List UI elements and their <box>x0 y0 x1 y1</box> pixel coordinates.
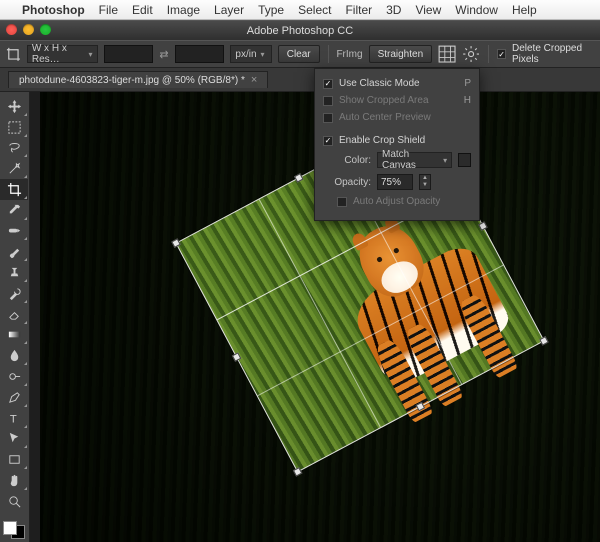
auto-adjust-opacity-checkbox <box>337 197 347 207</box>
use-classic-mode-hint: P <box>464 78 471 89</box>
document-tab-title: photodune-4603823-tiger-m.jpg @ 50% (RGB… <box>19 75 245 86</box>
shield-opacity-stepper[interactable]: ▲▼ <box>419 174 431 190</box>
separator <box>488 45 489 63</box>
crop-resolution-unit-dropdown[interactable]: px/in ▾ <box>230 45 271 63</box>
blur-tool[interactable] <box>0 345 28 366</box>
foreground-color-swatch[interactable] <box>3 521 17 535</box>
mac-menubar: Photoshop File Edit Image Layer Type Sel… <box>0 0 600 20</box>
rectangle-tool[interactable] <box>0 449 28 470</box>
chevron-down-icon: ▾ <box>89 50 93 59</box>
pen-tool[interactable] <box>0 387 28 408</box>
enable-crop-shield-label: Enable Crop Shield <box>339 135 425 146</box>
lasso-tool[interactable] <box>0 138 28 159</box>
auto-center-preview-label: Auto Center Preview <box>339 112 431 123</box>
workspace: T <box>0 92 600 542</box>
marquee-tool[interactable] <box>0 117 28 138</box>
menu-edit[interactable]: Edit <box>132 3 153 17</box>
crop-overlay-options-icon[interactable] <box>438 43 456 65</box>
crop-preset-dropdown[interactable]: W x H x Res… ▾ <box>27 45 98 63</box>
shield-color-value: Match Canvas <box>382 149 439 171</box>
hand-tool[interactable] <box>0 470 28 491</box>
show-cropped-area-hint: H <box>464 95 471 106</box>
crop-options-bar: W x H x Res… ▾ ⇄ px/in ▾ Clear FrImg Stra… <box>0 40 600 68</box>
menu-window[interactable]: Window <box>455 3 498 17</box>
delete-cropped-checkbox[interactable] <box>497 49 506 59</box>
crop-width-input[interactable] <box>104 45 154 63</box>
auto-adjust-opacity-label: Auto Adjust Opacity <box>353 196 440 207</box>
svg-text:T: T <box>9 413 16 425</box>
document-tab[interactable]: photodune-4603823-tiger-m.jpg @ 50% (RGB… <box>8 71 268 88</box>
shield-opacity-label: Opacity: <box>323 177 371 188</box>
crop-preset-label: W x H x Res… <box>32 43 85 65</box>
shield-opacity-input[interactable]: 75% <box>377 174 413 190</box>
path-selection-tool[interactable] <box>0 429 28 450</box>
clone-stamp-tool[interactable] <box>0 262 28 283</box>
dodge-tool[interactable] <box>0 366 28 387</box>
chevron-down-icon: ▾ <box>443 156 447 165</box>
menu-layer[interactable]: Layer <box>214 3 244 17</box>
menu-image[interactable]: Image <box>167 3 200 17</box>
front-image-label[interactable]: FrImg <box>336 49 362 60</box>
window-titlebar: Adobe Photoshop CC <box>0 20 600 40</box>
magic-wand-tool[interactable] <box>0 158 28 179</box>
menu-type[interactable]: Type <box>258 3 284 17</box>
shield-color-label: Color: <box>323 155 371 166</box>
menu-3d[interactable]: 3D <box>386 3 401 17</box>
crop-clear-button[interactable]: Clear <box>278 45 320 63</box>
chevron-down-icon: ▾ <box>261 50 265 59</box>
move-tool[interactable] <box>0 96 28 117</box>
shield-color-dropdown[interactable]: Match Canvas ▾ <box>377 152 452 168</box>
crop-tool[interactable] <box>0 179 28 200</box>
window-traffic-lights <box>6 24 51 35</box>
use-classic-mode-label: Use Classic Mode <box>339 78 420 89</box>
separator <box>328 45 329 63</box>
window-minimize-button[interactable] <box>23 24 34 35</box>
history-brush-tool[interactable] <box>0 283 28 304</box>
healing-brush-tool[interactable] <box>0 221 28 242</box>
brush-tool[interactable] <box>0 241 28 262</box>
zoom-tool[interactable] <box>0 491 28 512</box>
color-swatches[interactable] <box>0 518 28 542</box>
crop-settings-flyout: Use Classic Mode P Show Cropped Area H A… <box>314 68 480 221</box>
unit-label: px/in <box>235 49 256 60</box>
gradient-tool[interactable] <box>0 325 28 346</box>
menu-view[interactable]: View <box>415 3 441 17</box>
shield-color-swatch[interactable] <box>458 153 471 167</box>
delete-cropped-label: Delete Cropped Pixels <box>512 43 594 65</box>
app-menu[interactable]: Photoshop <box>22 3 85 17</box>
crop-height-input[interactable] <box>175 45 225 63</box>
show-cropped-area-checkbox <box>323 96 333 106</box>
straighten-button[interactable]: Straighten <box>369 45 433 63</box>
type-tool[interactable]: T <box>0 408 28 429</box>
use-classic-mode-checkbox[interactable] <box>323 79 333 89</box>
crop-settings-gear-icon[interactable] <box>462 43 480 65</box>
auto-center-preview-checkbox <box>323 113 333 123</box>
eraser-tool[interactable] <box>0 304 28 325</box>
enable-crop-shield-checkbox[interactable] <box>323 136 333 146</box>
menu-filter[interactable]: Filter <box>345 3 372 17</box>
crop-tool-icon <box>6 45 21 63</box>
menu-file[interactable]: File <box>99 3 118 17</box>
menu-help[interactable]: Help <box>512 3 537 17</box>
show-cropped-area-label: Show Cropped Area <box>339 95 429 106</box>
eyedropper-tool[interactable] <box>0 200 28 221</box>
window-close-button[interactable] <box>6 24 17 35</box>
window-zoom-button[interactable] <box>40 24 51 35</box>
swap-dimensions-icon[interactable]: ⇄ <box>159 48 168 61</box>
tools-panel: T <box>0 92 30 542</box>
menu-select[interactable]: Select <box>298 3 331 17</box>
window-title: Adobe Photoshop CC <box>247 25 353 37</box>
crop-handle-top[interactable] <box>294 173 303 182</box>
close-tab-icon[interactable]: × <box>251 74 257 86</box>
document-tab-bar: photodune-4603823-tiger-m.jpg @ 50% (RGB… <box>0 68 600 92</box>
